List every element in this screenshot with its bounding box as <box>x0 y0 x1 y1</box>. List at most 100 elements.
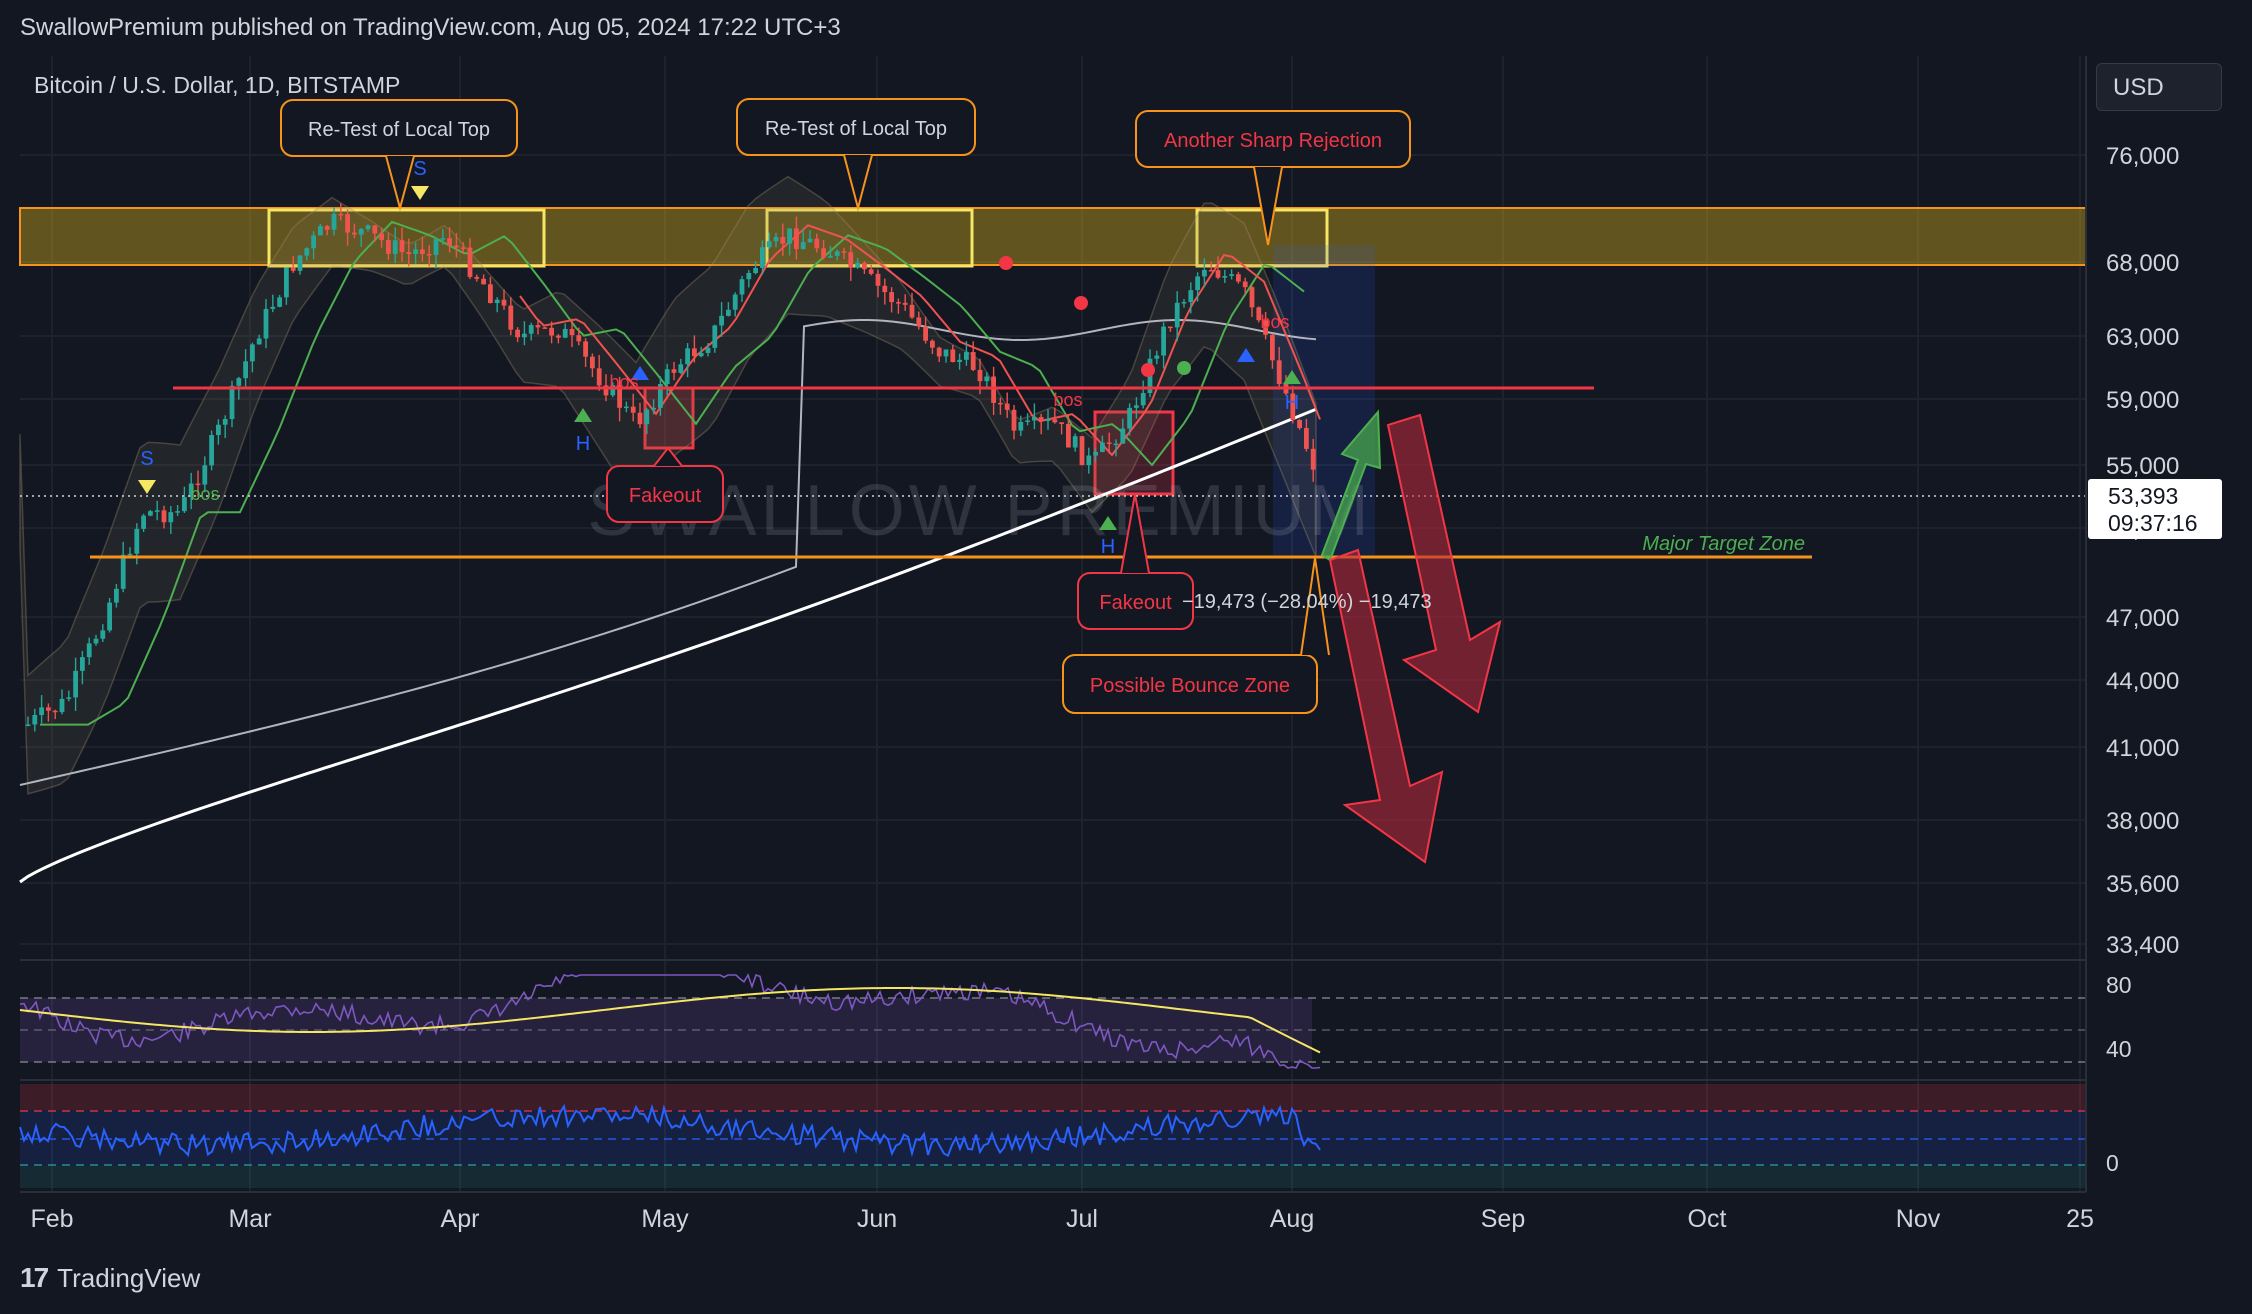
candle-body <box>1032 417 1037 421</box>
candle-body <box>1202 269 1207 277</box>
candle-body <box>1236 274 1241 282</box>
candle-body <box>467 247 473 277</box>
candle-body <box>1310 448 1316 470</box>
candle-body <box>787 228 792 244</box>
y-tick-3: 59,000 <box>2106 387 2179 414</box>
chart[interactable]: SWALLOW PREMIUM Re-Test of Local Top Re-T… <box>0 0 2252 1314</box>
candle-body <box>902 302 908 305</box>
candle-body <box>134 528 140 554</box>
candle-body <box>175 511 180 513</box>
candle-body <box>726 309 731 316</box>
candle-body <box>1154 355 1160 359</box>
candle-body <box>923 326 928 341</box>
candle-body <box>766 241 772 248</box>
candle-body <box>1052 419 1058 423</box>
candle-body <box>644 409 650 425</box>
candle-body <box>590 356 595 369</box>
candle-body <box>848 252 854 268</box>
candle-body <box>515 329 520 338</box>
candle-body <box>447 238 452 246</box>
candle-body <box>998 402 1003 405</box>
candle-body <box>556 335 561 338</box>
x-tick-6: Aug <box>1270 1205 1314 1233</box>
candle-body <box>1106 442 1112 444</box>
candle-body <box>1304 428 1309 449</box>
candle-body <box>896 302 901 304</box>
candle-body <box>930 340 935 348</box>
time-axis[interactable]: Feb Mar Apr May Jun Jul Aug Sep Oct Nov 25 <box>30 1205 2093 1233</box>
y-tick-4: 55,000 <box>2106 453 2179 480</box>
candle-body <box>712 325 718 348</box>
candle-body <box>624 406 629 409</box>
candle-body <box>32 715 38 725</box>
candle-body <box>168 512 174 523</box>
candle-body <box>841 251 847 253</box>
candle-body <box>882 285 888 293</box>
candle-body <box>862 263 867 270</box>
x-tick-0: Feb <box>30 1205 73 1233</box>
candle-body <box>1079 436 1085 466</box>
signal-dot-3 <box>1177 361 1191 375</box>
x-tick-7: Sep <box>1481 1205 1525 1233</box>
y-tick-2: 63,000 <box>2106 324 2179 351</box>
x-tick-9: Nov <box>1896 1205 1941 1233</box>
candle-body <box>1072 436 1078 448</box>
candle-body <box>154 510 160 512</box>
rsi-level-80: 80 <box>2106 972 2132 998</box>
candle-body <box>1249 287 1255 308</box>
candle-body <box>386 240 391 254</box>
h-label-0: H <box>576 433 590 455</box>
h-label-2: H <box>1285 392 1299 414</box>
candle-body <box>1059 422 1064 424</box>
candle-body <box>746 273 752 280</box>
candle-body <box>324 226 330 230</box>
candle-body <box>141 515 146 529</box>
candle-body <box>66 697 72 699</box>
candle-body <box>664 369 670 385</box>
candle-body <box>1229 274 1234 276</box>
candle-body <box>277 297 282 307</box>
candle-body <box>780 236 786 244</box>
candle-body <box>243 361 248 379</box>
candle-body <box>950 349 956 363</box>
candle-body <box>868 269 874 274</box>
x-tick-2: Apr <box>441 1205 480 1233</box>
candle-body <box>120 554 126 589</box>
candle-body <box>1066 423 1071 448</box>
candle-body <box>413 249 418 254</box>
candle-body <box>1242 281 1248 288</box>
candle-body <box>80 657 85 671</box>
tradingview-logo[interactable]: 17 TradingView <box>20 1262 200 1294</box>
candle-body <box>875 273 881 286</box>
candle-body <box>692 348 697 357</box>
candle-body <box>297 255 303 271</box>
candle-body <box>318 226 323 236</box>
candle-body <box>522 333 527 338</box>
rsi-level-40: 40 <box>2106 1036 2132 1062</box>
candle-body <box>372 225 378 234</box>
fakeout2-callout-text: Fakeout <box>1099 592 1172 614</box>
x-tick-10: 25 <box>2066 1205 2094 1233</box>
candle-body <box>161 510 167 523</box>
rejection-callout-text: Another Sharp Rejection <box>1164 130 1382 152</box>
candle-body <box>501 299 507 306</box>
candle-body <box>454 245 459 248</box>
candle-body <box>25 724 31 726</box>
candle-body <box>800 242 806 250</box>
price-axis[interactable]: 76,00068,00063,00059,00055,00051,00047,0… <box>2106 143 2179 959</box>
y-tick-8: 41,000 <box>2106 735 2179 762</box>
candle-body <box>331 213 337 230</box>
candle-body <box>991 376 996 403</box>
candle-body <box>406 252 412 254</box>
osc-top-band <box>20 1084 2086 1110</box>
y-tick-6: 47,000 <box>2106 605 2179 632</box>
candle-body <box>345 214 350 233</box>
major-target-label: Major Target Zone <box>1642 533 1805 555</box>
candle-body <box>304 248 310 256</box>
candle-body <box>256 338 262 345</box>
candle-body <box>1270 334 1275 361</box>
measure-label: −19,473 (−28.04%) −19,473 <box>1182 591 1432 613</box>
candle-body <box>807 238 813 243</box>
candle-body <box>957 359 962 363</box>
y-tick-1: 68,000 <box>2106 250 2179 277</box>
